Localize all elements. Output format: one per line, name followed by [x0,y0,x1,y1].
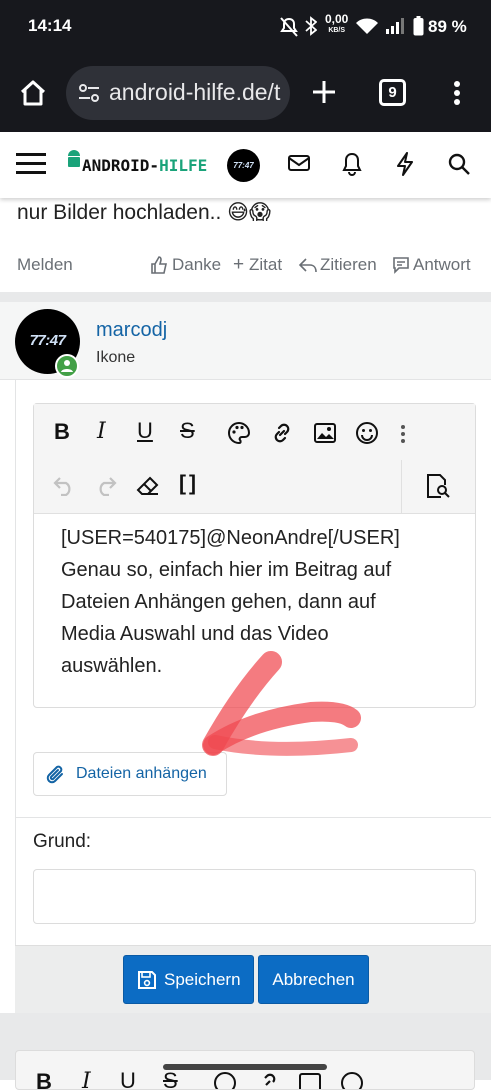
battery-icon [413,16,424,36]
bbcode-icon[interactable]: [] [179,472,199,496]
user-card: 77:47 marcodj Ikone [0,302,491,380]
logo-text-left: ANDROID- [82,156,160,175]
lightning-icon[interactable] [395,152,415,176]
save-label: Speichern [164,970,241,989]
reply-arrow-icon [298,256,317,274]
post-text-tail: nur Bilder hochladen.. [17,201,222,224]
site-settings-icon[interactable] [78,82,100,104]
signal-icon [385,17,405,35]
color-palette-icon[interactable] [213,1071,237,1089]
cancel-button[interactable]: Abbrechen [258,955,369,1004]
cancel-label: Abbrechen [272,970,355,989]
preview-icon[interactable] [426,473,450,499]
online-status-icon [55,354,79,378]
paperclip-icon [46,764,66,786]
quote-button[interactable]: Zitieren [320,255,377,275]
reason-label: Grund: [33,831,92,852]
logo-text-right: HILFE [159,156,208,175]
net-speed-value: 0,00 [325,12,349,26]
attach-files-button[interactable]: Dateien anhängen [33,752,227,796]
add-quote-button[interactable]: Zitat [249,255,282,275]
site-header: ANDROID-HILFE 77:47 [0,132,491,198]
underline-icon[interactable]: U [137,418,153,444]
user-title: Ikone [96,349,136,366]
new-tab-icon[interactable] [311,79,337,105]
more-options-icon[interactable] [400,424,406,444]
editor-line: [USER=540175]@NeonAndre[/USER] [61,527,400,549]
url-text[interactable]: android-hilfe.de/t [109,79,280,106]
report-link[interactable]: Melden [17,255,73,275]
wifi-icon [355,17,379,35]
edit-form: B I U S [] [USER=540175]@NeonAndre[/USER… [15,380,491,945]
next-editor-toolbar: B I U S [15,1050,475,1090]
home-icon[interactable] [18,78,48,108]
net-speed: 0,00 KB/S [325,12,349,36]
wifi-label: 4 [368,30,373,39]
undo-icon[interactable] [52,474,76,496]
plus-icon: + [233,254,245,275]
redo-icon[interactable] [94,474,118,496]
editor-line: Dateien Anhängen gehen, dann auf [61,591,376,613]
bluetooth-icon [305,16,317,36]
link-icon[interactable] [270,421,294,445]
logo-wordmark: ANDROID-HILFE [82,156,207,175]
net-speed-unit: KB/S [328,27,346,34]
italic-icon[interactable]: I [97,419,106,444]
browser-toolbar: android-hilfe.de/t 9 [0,55,491,132]
save-icon [138,971,156,989]
editor-toolbar: B I U S [] [34,404,475,514]
image-icon[interactable] [298,1072,322,1089]
underline-icon[interactable]: U [120,1068,136,1089]
editor-line: Media Auswahl und das Video [61,623,329,645]
reason-input[interactable] [33,869,476,924]
bold-icon[interactable]: B [54,419,70,445]
image-icon[interactable] [313,422,337,444]
android-logo-icon [66,148,82,170]
browser-menu-icon[interactable] [453,80,461,106]
tab-switcher-button[interactable]: 9 [379,79,406,106]
color-palette-icon[interactable] [227,421,251,445]
battery-level: 89 % [428,17,467,36]
emoji-icon[interactable] [340,1071,364,1089]
attach-files-label: Dateien anhängen [76,765,207,782]
reply-button[interactable]: Antwort [413,255,471,275]
strikethrough-icon[interactable]: S [163,1068,178,1089]
mute-icon [280,17,298,37]
address-bar[interactable]: android-hilfe.de/t [66,66,290,120]
previous-post: nur Bilder hochladen.. 😅😱 Melden Danke +… [0,198,491,292]
header-avatar-text: 77:47 [233,161,254,170]
status-bar: 14:14 0,00 KB/S 4 89 % [0,0,491,55]
hamburger-menu-icon[interactable] [16,152,46,176]
post-actions: Melden Danke + Zitat Zitieren Antwort [0,254,491,279]
post-separator [0,292,491,302]
editor-line: Genau so, einfach hier im Beitrag auf [61,559,392,581]
status-time: 14:14 [28,16,72,35]
thumbs-up-icon [150,256,168,274]
like-button[interactable]: Danke [172,255,221,275]
link-icon[interactable] [256,1071,280,1089]
save-button[interactable]: Speichern [123,955,254,1004]
post-emoji: 😅😱 [227,200,271,224]
form-footer: Speichern Abbrechen [15,945,491,1013]
user-name[interactable]: marcodj [96,319,167,342]
annotation-arrow [201,650,361,770]
previous-post-text: nur Bilder hochladen.. 😅😱 [17,200,271,225]
search-icon[interactable] [447,152,471,176]
header-avatar[interactable]: 77:47 [227,149,260,182]
strikethrough-icon[interactable]: S [180,418,195,444]
toolbar-divider [401,460,402,514]
comment-icon [392,256,410,274]
mail-icon[interactable] [288,154,310,172]
user-avatar-text: 77:47 [29,332,66,349]
gesture-nav-bar[interactable] [163,1064,327,1070]
bell-icon[interactable] [341,152,363,176]
eraser-icon[interactable] [136,475,160,497]
form-divider [16,817,491,818]
emoji-icon[interactable] [355,421,379,445]
